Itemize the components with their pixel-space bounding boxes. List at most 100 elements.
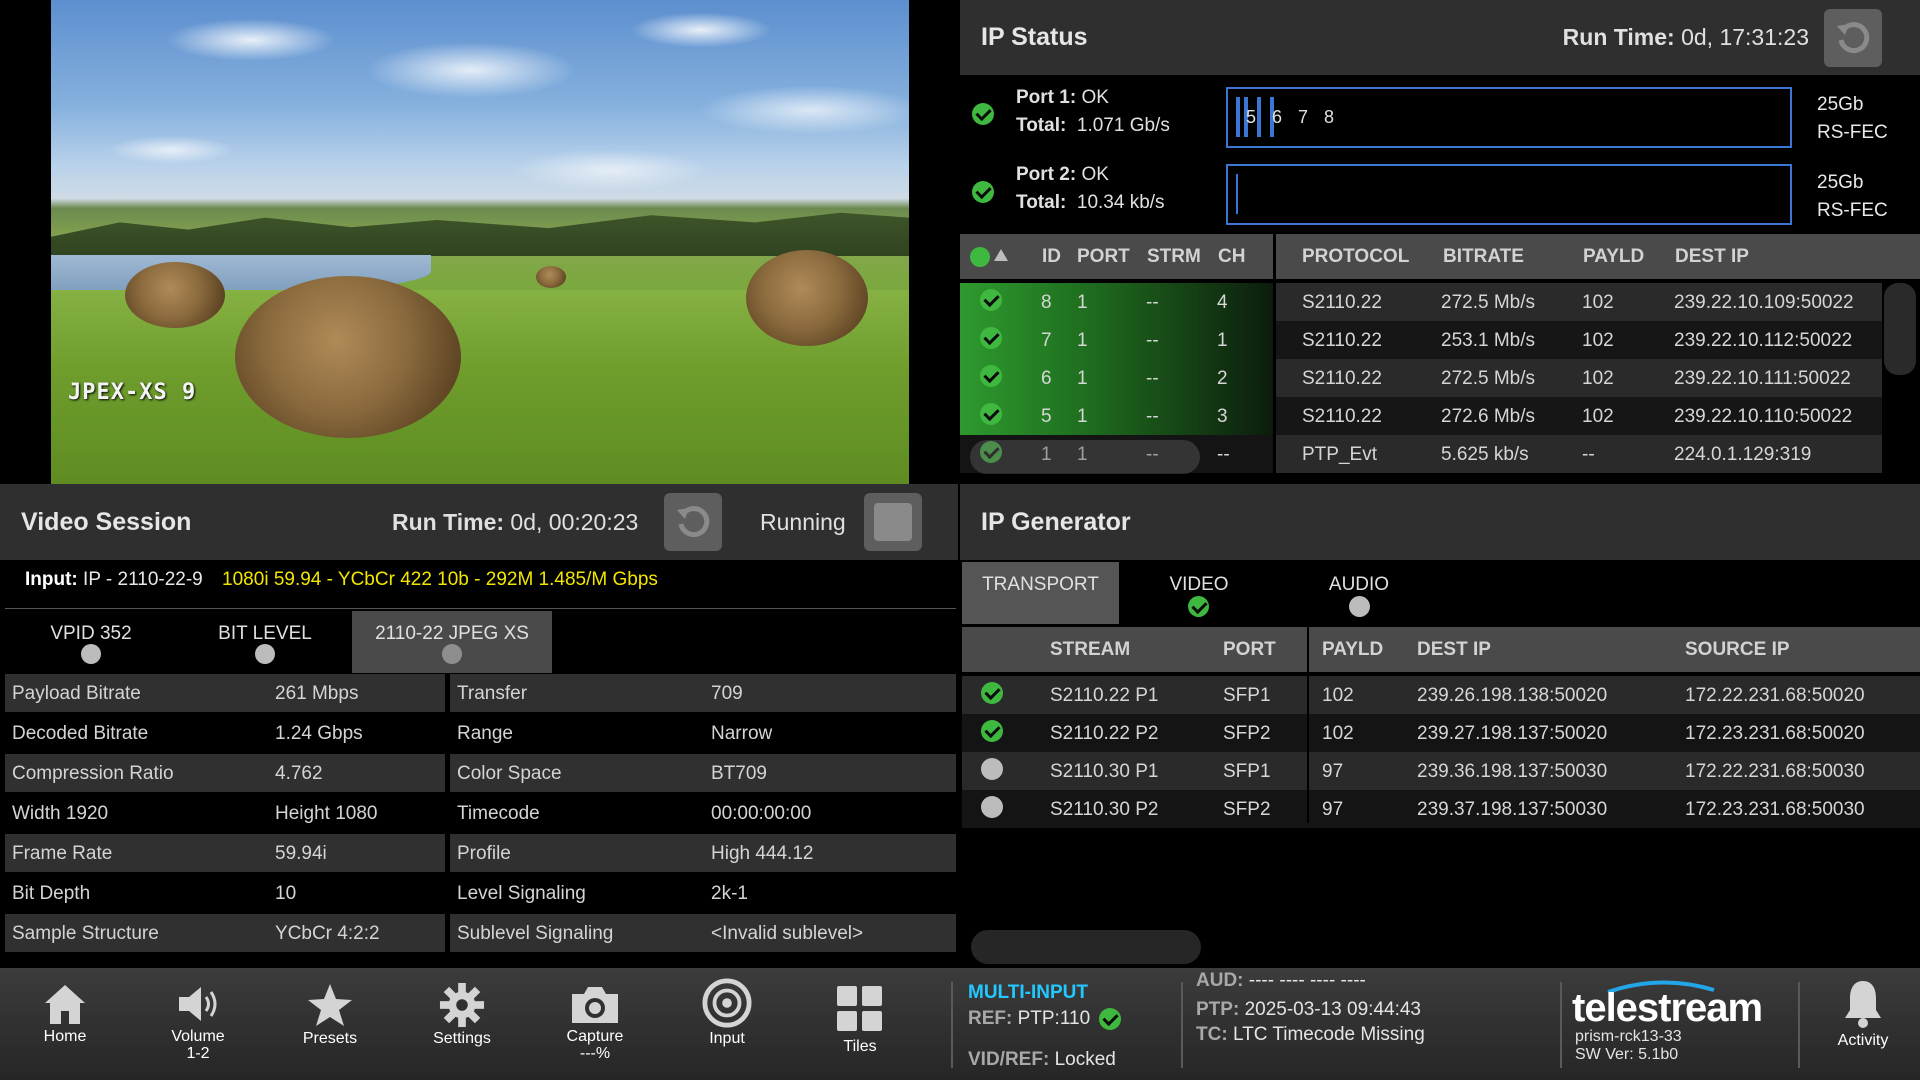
port-2-stream-bar[interactable] (1226, 164, 1792, 225)
cell-protocol: S2110.22 (1302, 406, 1382, 427)
cell-port: SFP1 (1223, 761, 1271, 782)
generator-scrollbar[interactable] (971, 930, 1201, 964)
ptp-label: PTP: (1196, 999, 1240, 1020)
col-id[interactable]: ID (1042, 246, 1061, 268)
detail-value: 261 Mbps (275, 683, 359, 704)
tiles-button[interactable]: Tiles (815, 968, 905, 1080)
ip-status-row-detail[interactable]: S2110.22 272.5 Mb/s 102 239.22.10.111:50022 (1276, 359, 1882, 397)
cell-ch: 4 (1217, 292, 1228, 313)
cell-port: SFP2 (1223, 799, 1271, 820)
ip-status-row-detail[interactable]: PTP_Evt 5.625 kb/s -- 224.0.1.129:319 (1276, 435, 1882, 473)
ref-ok-icon (1099, 1008, 1122, 1030)
video-session-reset-button[interactable] (664, 493, 722, 551)
detail-value: 709 (711, 683, 743, 704)
col-stream[interactable]: STREAM (1050, 639, 1130, 661)
total-label: Total: (1016, 115, 1067, 136)
port-fec: RS-FEC (1817, 122, 1888, 143)
tc-label: TC: (1196, 1024, 1228, 1045)
session-stop-button[interactable] (864, 493, 922, 551)
detail-cell-left: Width 1920 Height 1080 (5, 794, 445, 832)
port-1-speed: 25Gb RS-FEC (1817, 91, 1888, 147)
tab-transport[interactable]: TRANSPORT (962, 562, 1119, 624)
cell-id: 7 (1041, 330, 1052, 351)
host-name: prism-rck13-33 (1575, 1028, 1682, 1045)
aud-value: ---- ---- ---- ---- (1248, 970, 1366, 991)
generator-table-header-right: PAYLD DEST IP SOURCE IP (1309, 627, 1920, 672)
nav-label: Input (709, 1030, 745, 1047)
generator-row[interactable]: S2110.30 P2 SFP2 97 239.37.198.137:50030 172… (962, 790, 1920, 828)
ip-status-row[interactable]: 5 1 -- 3 (960, 397, 1273, 435)
sort-up-icon[interactable] (994, 249, 1008, 261)
status-sort-icon[interactable] (970, 247, 990, 267)
port-label: Port 1: (1016, 87, 1077, 108)
col-payld[interactable]: PAYLD (1322, 639, 1383, 661)
col-payld[interactable]: PAYLD (1583, 246, 1644, 268)
cell-bitrate: 5.625 kb/s (1441, 444, 1529, 465)
generator-row[interactable]: S2110.22 P2 SFP2 102 239.27.198.137:50020 17… (962, 714, 1920, 752)
ip-status-row[interactable]: 7 1 -- 1 (960, 321, 1273, 359)
col-protocol[interactable]: PROTOCOL (1302, 246, 1409, 268)
detail-cell-left: Compression Ratio 4.762 (5, 754, 445, 792)
nav-label: Capture (566, 1028, 624, 1045)
ip-status-reset-button[interactable] (1824, 9, 1882, 67)
tab-label: VPID 352 (50, 623, 132, 644)
sw-version: SW Ver: 5.1b0 (1575, 1046, 1679, 1063)
presets-button[interactable]: Presets (285, 968, 375, 1080)
activity-button[interactable]: Activity (1817, 968, 1909, 1080)
tab-bit-level[interactable]: BIT LEVEL (200, 611, 330, 673)
ip-status-row[interactable]: 8 1 -- 4 (960, 283, 1273, 321)
target-icon (702, 978, 752, 1028)
row-selection-highlight (970, 440, 1200, 474)
settings-button[interactable]: Settings (417, 968, 507, 1080)
ref-value: PTP:110 (1017, 1008, 1091, 1030)
ip-status-row-detail[interactable]: S2110.22 253.1 Mb/s 102 239.22.10.112:50022 (1276, 321, 1882, 359)
tab-vpid[interactable]: VPID 352 (30, 611, 152, 673)
detail-label: Color Space (457, 763, 562, 784)
cell-source-ip: 172.22.231.68:50030 (1685, 761, 1865, 782)
capture-button[interactable]: Capture ---% (550, 968, 640, 1080)
generator-row[interactable]: S2110.30 P1 SFP1 97 239.36.198.137:50030 172… (962, 752, 1920, 790)
ip-status-row-detail[interactable]: S2110.22 272.6 Mb/s 102 239.22.10.110:50022 (1276, 397, 1882, 435)
ip-status-row-detail[interactable]: S2110.22 272.5 Mb/s 102 239.22.10.109:50022 (1276, 283, 1882, 321)
detail-label: Frame Rate (12, 843, 113, 864)
home-button[interactable]: Home (20, 968, 110, 1080)
volume-button[interactable]: Volume 1-2 (153, 968, 243, 1080)
detail-value: 2k-1 (711, 883, 748, 904)
tab-status-icon (442, 644, 462, 664)
col-strm[interactable]: STRM (1147, 246, 1201, 268)
tab-jpeg-xs[interactable]: 2110-22 JPEG XS (352, 611, 552, 673)
detail-label: Sample Structure (12, 923, 159, 944)
divider (1798, 982, 1800, 1068)
cell-payld: 97 (1322, 799, 1344, 820)
ip-status-row[interactable]: 6 1 -- 2 (960, 359, 1273, 397)
col-source-ip[interactable]: SOURCE IP (1685, 639, 1790, 661)
tab-label: VIDEO (1169, 574, 1229, 595)
bottom-toolbar: Home Volume 1-2 Presets Settings Capture… (0, 968, 1920, 1080)
generator-row[interactable]: S2110.22 P1 SFP1 102 239.26.198.138:50020 17… (962, 676, 1920, 714)
port-1-ok-icon (972, 103, 994, 125)
port-1-stream-bar[interactable]: 5 6 7 8 (1226, 87, 1792, 148)
input-button[interactable]: Input (682, 968, 772, 1080)
detail-cell-right: Level Signaling 2k-1 (450, 874, 956, 912)
detail-row: Width 1920 Height 1080 Timecode 00:00:00:00 (5, 794, 956, 832)
col-ch[interactable]: CH (1218, 246, 1245, 268)
col-dest-ip[interactable]: DEST IP (1417, 639, 1491, 661)
total-label: Total: (1016, 192, 1067, 213)
port-2-info: Port 2: OK Total: 10.34 kb/s (1016, 161, 1165, 217)
col-port[interactable]: PORT (1223, 639, 1276, 661)
cell-port: 1 (1077, 330, 1088, 351)
tc-value: LTC Timecode Missing (1232, 1024, 1425, 1045)
video-preview (51, 0, 909, 484)
cell-payld: 102 (1582, 406, 1614, 427)
tab-video[interactable]: VIDEO (1136, 562, 1262, 624)
col-bitrate[interactable]: BITRATE (1443, 246, 1524, 268)
detail-row: Payload Bitrate 261 Mbps Transfer 709 (5, 674, 956, 712)
port-1-row: Port 1: OK Total: 1.071 Gb/s 5 6 7 8 25G… (960, 81, 1920, 159)
ref-status[interactable]: REF: PTP:110 (968, 1008, 1122, 1030)
tab-audio[interactable]: AUDIO (1296, 562, 1422, 624)
col-port[interactable]: PORT (1077, 246, 1130, 268)
ip-status-scrollbar[interactable] (1884, 283, 1916, 375)
cell-payld: 102 (1582, 368, 1614, 389)
stream-ok-icon (981, 720, 1003, 742)
col-dest-ip[interactable]: DEST IP (1675, 246, 1749, 268)
